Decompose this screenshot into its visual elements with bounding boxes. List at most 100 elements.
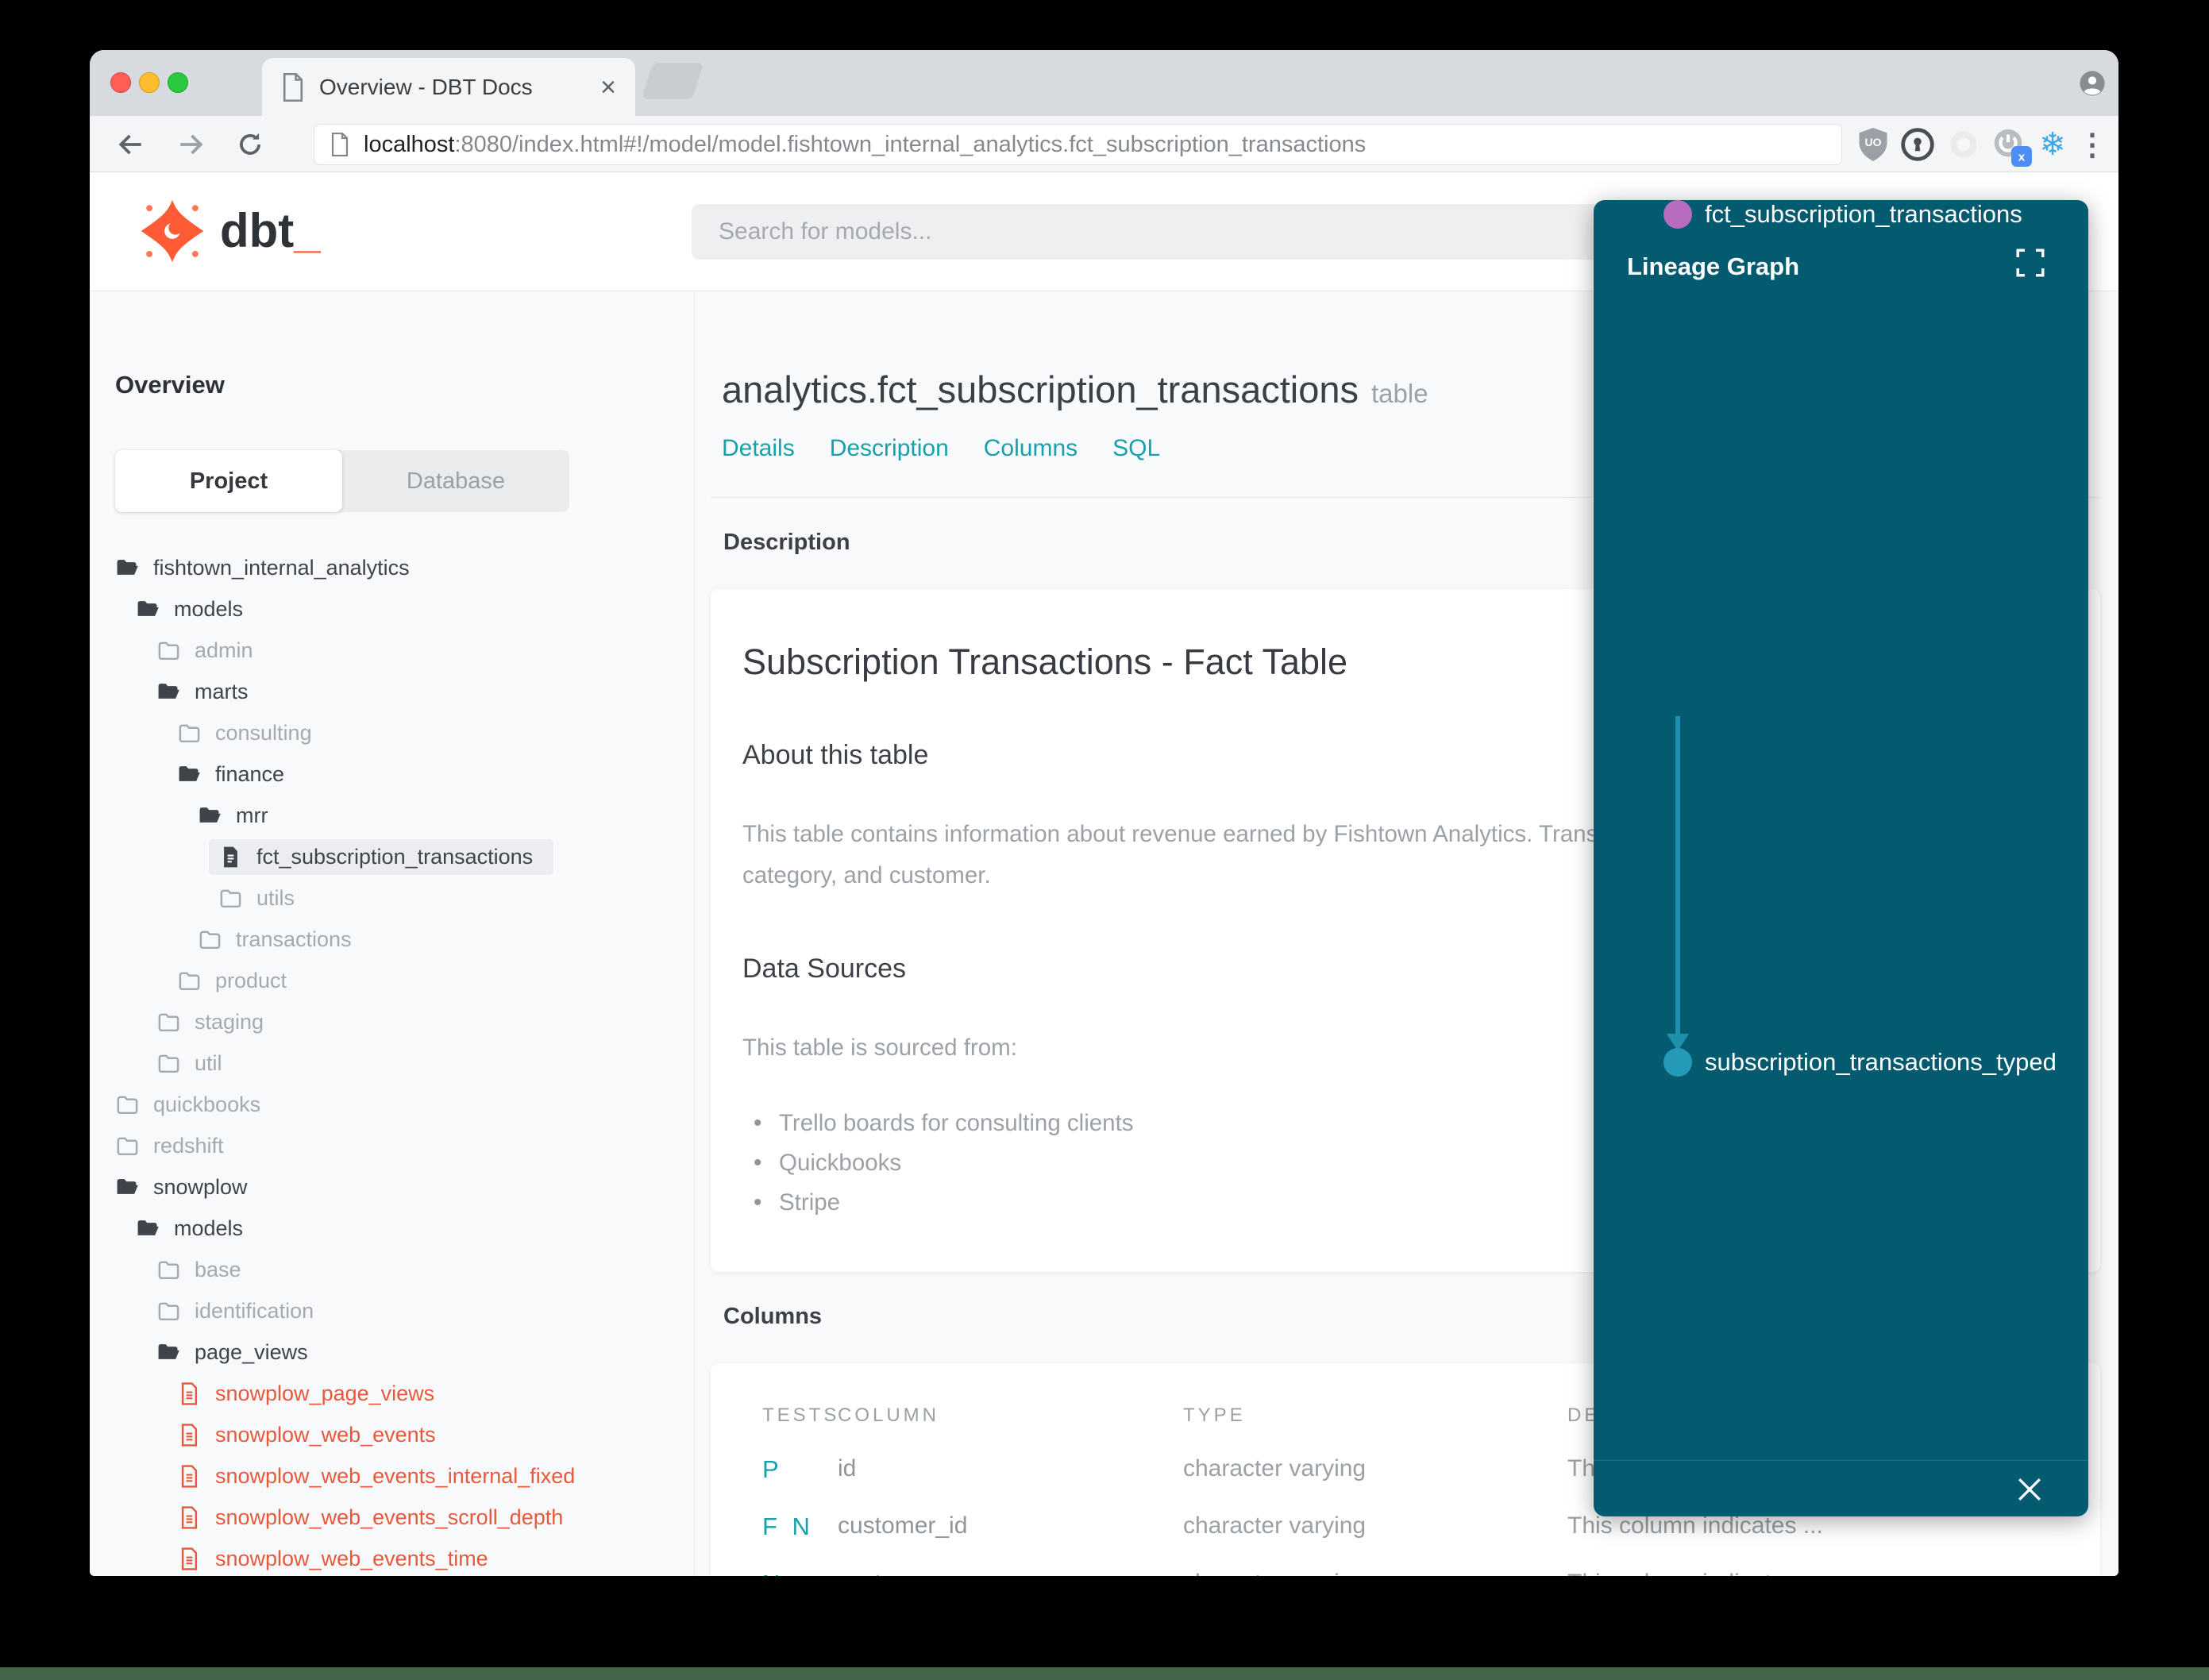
tree-item[interactable]: finance (90, 753, 694, 795)
desktop-edge (0, 1667, 2209, 1680)
tree-item-pill: fct_subscription_transactions (209, 838, 554, 875)
tree-item-pill: finance (168, 757, 305, 792)
browser-window: Overview - DBT Docs × localhost:8080/ind… (90, 50, 2118, 1576)
column-type: character varying (1183, 1570, 1366, 1576)
model-file-icon (181, 1547, 198, 1570)
folder-open-icon (117, 1178, 138, 1194)
lineage-node[interactable]: subscription_transactions_typed (1663, 1048, 2057, 1077)
disabled-extension-icon[interactable] (1945, 125, 1983, 164)
tree-item[interactable]: quickbooks (90, 1084, 694, 1125)
tree-item-label: finance (215, 761, 285, 786)
toggle-option[interactable]: Project (115, 450, 342, 512)
tree-item-pill: util (147, 1046, 243, 1081)
minimize-window-button[interactable] (139, 72, 160, 93)
tree-item[interactable]: fct_subscription_transactions (90, 836, 694, 877)
tests-badge: N (762, 1570, 784, 1576)
address-bar[interactable]: localhost:8080/index.html#!/model/model.… (314, 124, 1842, 165)
folder-icon (158, 1261, 179, 1279)
tree-item[interactable]: snowplow_web_events_time (90, 1538, 694, 1576)
lineage-node-dot (1663, 200, 1692, 229)
back-button[interactable] (114, 127, 148, 162)
folder-icon (158, 1013, 179, 1031)
model-nav-tab[interactable]: Description (830, 435, 949, 462)
tree-item[interactable]: utils (90, 877, 694, 919)
tree-item[interactable]: admin (90, 630, 694, 671)
dbt-logo-icon (141, 199, 204, 263)
browser-profile-avatar[interactable] (2079, 70, 2106, 97)
tree-item[interactable]: fishtown_internal_analytics (90, 547, 694, 588)
toggle-option[interactable]: Database (342, 450, 569, 512)
tree-item[interactable]: snowplow_web_events_internal_fixed (90, 1455, 694, 1497)
zoom-window-button[interactable] (168, 72, 188, 93)
tests-badge: P (762, 1455, 783, 1483)
snowflake-extension-icon[interactable]: ❄ (2034, 125, 2072, 164)
model-file-icon (181, 1423, 198, 1447)
tree-item[interactable]: models (90, 588, 694, 630)
onepassword-extension-icon[interactable] (1899, 125, 1937, 164)
tree-item[interactable]: snowplow_page_views (90, 1373, 694, 1414)
folder-open-icon (179, 765, 200, 781)
tree-item[interactable]: base (90, 1249, 694, 1290)
tree-item[interactable]: util (90, 1042, 694, 1084)
lineage-nodes: subscription_transactions_typed fct_subs… (1594, 200, 2088, 1516)
dbt-logo[interactable]: dbt_ (139, 198, 321, 264)
tree-item[interactable]: page_views (90, 1331, 694, 1373)
tree-item-label: marts (195, 679, 249, 703)
tree-item[interactable]: mrr (90, 795, 694, 836)
tree-item-pill: transactions (188, 922, 372, 958)
page-icon (283, 72, 303, 102)
tree-item[interactable]: models (90, 1208, 694, 1249)
tree-item[interactable]: consulting (90, 712, 694, 753)
tree-item[interactable]: snowplow_web_events (90, 1414, 694, 1455)
folder-icon (179, 972, 200, 990)
model-nav-tab[interactable]: SQL (1112, 435, 1160, 462)
tree-item-pill: snowplow_web_events (168, 1417, 457, 1453)
tree-item-label: snowplow_page_views (215, 1381, 435, 1405)
tree-item-label: product (215, 968, 287, 992)
table-row[interactable]: F N customer_id character varying This c… (711, 1512, 2100, 1570)
power-extension-icon[interactable]: x (1989, 125, 2032, 167)
reload-button[interactable] (233, 127, 268, 162)
column-name: customer_id (838, 1512, 968, 1539)
resource-type-badge: table (1371, 379, 1428, 408)
close-icon[interactable] (2012, 1472, 2047, 1507)
tree-item-label: models (174, 596, 244, 621)
tree-item-pill: quickbooks (106, 1087, 281, 1123)
lineage-node-label: fct_subscription_transactions (1705, 200, 2022, 228)
tree-item[interactable]: snowplow (90, 1166, 694, 1208)
tree-item-label: fishtown_internal_analytics (153, 555, 410, 580)
model-nav-tab[interactable]: Columns (984, 435, 1078, 462)
tree-item[interactable]: transactions (90, 919, 694, 960)
reload-icon (240, 133, 260, 155)
new-tab-button[interactable] (641, 63, 704, 99)
tree-item[interactable]: snowplow_web_events_scroll_depth (90, 1497, 694, 1538)
folder-open-icon (137, 1220, 159, 1235)
browser-menu-icon[interactable]: ⋮ (2073, 125, 2111, 164)
column-type: character varying (1183, 1455, 1367, 1482)
forward-icon (180, 134, 203, 155)
tree-item[interactable]: marts (90, 671, 694, 712)
tab-title: Overview - DBT Docs (319, 74, 533, 99)
close-window-button[interactable] (110, 72, 131, 93)
tree-item-label: mrr (236, 803, 268, 827)
ublock-extension-icon[interactable]: UO (1854, 125, 1892, 164)
table-row[interactable]: N customer_name character varying This c… (711, 1570, 2100, 1576)
browser-tab[interactable]: Overview - DBT Docs × (262, 58, 635, 116)
tree-item-label: snowplow_web_events (215, 1422, 436, 1447)
tree-item-label: admin (195, 638, 253, 662)
tree-item[interactable]: identification (90, 1290, 694, 1331)
tree-item[interactable]: redshift (90, 1125, 694, 1166)
column-header: TYPE (1183, 1404, 1246, 1426)
folder-open-icon (158, 683, 179, 699)
model-nav-tab[interactable]: Details (722, 435, 795, 462)
tree-item[interactable]: product (90, 960, 694, 1001)
column-header: TESTS (762, 1404, 840, 1426)
folder-icon (158, 1302, 179, 1320)
lineage-node-dot (1663, 1048, 1692, 1077)
tree-item-pill: base (147, 1252, 262, 1288)
tree-item[interactable]: staging (90, 1001, 694, 1042)
lineage-node[interactable]: fct_subscription_transactions (1663, 200, 2022, 229)
forward-button[interactable] (173, 127, 208, 162)
tab-close-icon[interactable]: × (600, 74, 616, 101)
tree-item-label: utils (256, 885, 295, 910)
